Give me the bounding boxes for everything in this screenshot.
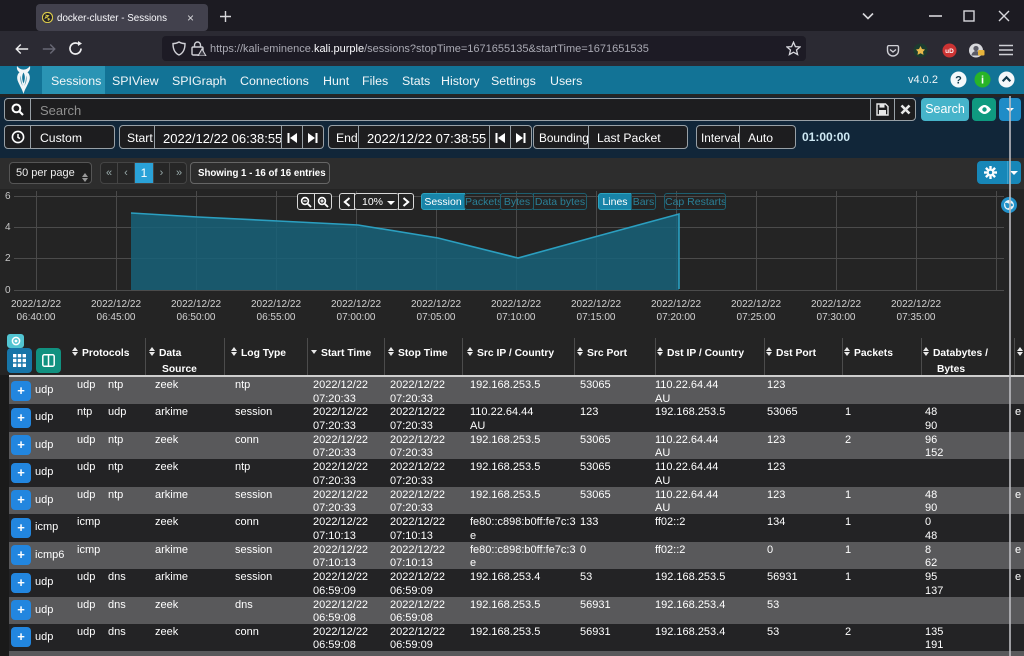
svg-text:uD: uD	[945, 48, 954, 55]
svg-text:?: ?	[955, 75, 962, 87]
svg-text:i: i	[981, 75, 984, 87]
